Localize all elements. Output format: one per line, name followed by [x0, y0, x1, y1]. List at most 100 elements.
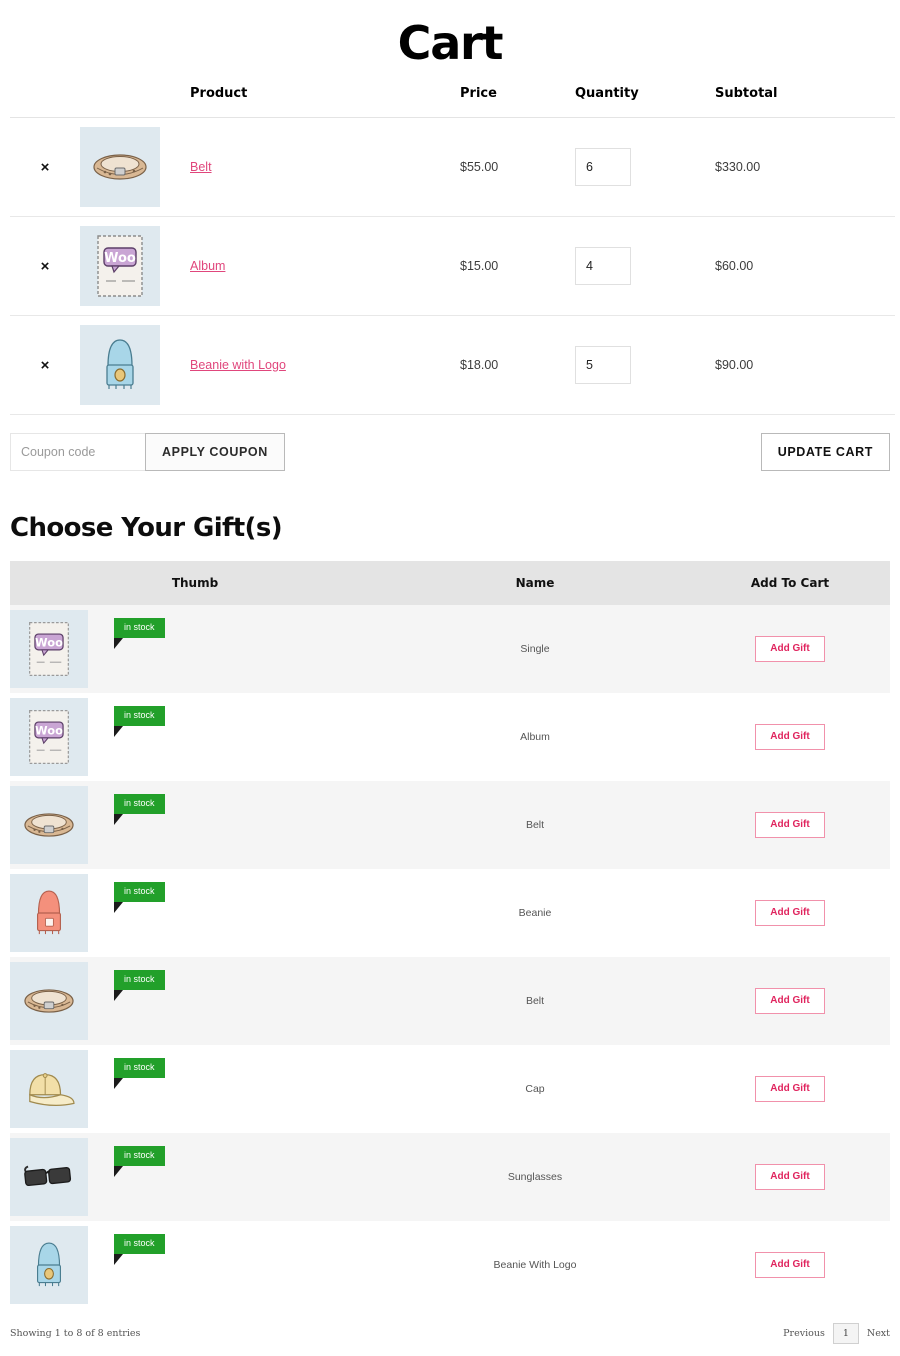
pagination-page-1[interactable]: 1 — [833, 1323, 859, 1344]
album-thumbnail[interactable]: Woo — [80, 226, 160, 306]
cart-header-price: Price — [460, 72, 575, 118]
update-cart-button[interactable]: UPDATE CART — [761, 433, 890, 471]
cart-product-link[interactable]: Beanie with Logo — [190, 358, 286, 372]
beanie-pink-thumbnail[interactable] — [10, 874, 88, 952]
status-badge: in stock — [114, 794, 165, 814]
add-gift-button[interactable]: Add Gift — [755, 812, 824, 838]
gifts-table-body: Woo in stock Single Add Gift — [10, 605, 890, 1309]
gifts-header-add-to-cart: Add To Cart — [690, 561, 890, 605]
cart-product-cell: Belt — [190, 118, 460, 217]
cart-price: $55.00 — [460, 118, 575, 217]
gift-thumb-cell: Woo in stock — [10, 605, 380, 693]
add-gift-button[interactable]: Add Gift — [755, 636, 824, 662]
cart-header-subtotal: Subtotal — [715, 72, 895, 118]
cart-table: Product Price Quantity Subtotal × — [10, 72, 895, 415]
beanie-blue-thumbnail[interactable] — [10, 1226, 88, 1304]
quantity-stepper[interactable] — [575, 247, 631, 285]
coupon-group: APPLY COUPON — [10, 433, 285, 471]
cart-row: × — [10, 316, 895, 415]
stock-badge-wrap: in stock — [114, 1146, 165, 1166]
cart-subtotal: $90.00 — [715, 316, 895, 415]
belt-thumbnail[interactable] — [10, 962, 88, 1040]
pagination-next[interactable]: Next — [867, 1328, 890, 1339]
sunglasses-thumbnail[interactable] — [10, 1138, 88, 1216]
apply-coupon-button[interactable]: APPLY COUPON — [145, 433, 285, 471]
gifts-table: Thumb Name Add To Cart Woo — [10, 561, 890, 1309]
stock-badge-wrap: in stock — [114, 1234, 165, 1254]
remove-item-icon[interactable]: × — [41, 259, 50, 274]
remove-item-icon[interactable]: × — [41, 160, 50, 175]
quantity-stepper[interactable] — [575, 148, 631, 186]
gift-name: Belt — [380, 781, 690, 869]
remove-item-icon[interactable]: × — [41, 358, 50, 373]
gift-row: in stock Beanie With Logo Add Gift — [10, 1221, 890, 1309]
page-title: Cart — [0, 8, 900, 72]
gift-add-cell: Add Gift — [690, 869, 890, 957]
gift-thumb-cell: in stock — [10, 1221, 380, 1309]
gift-name: Belt — [380, 957, 690, 1045]
svg-text:Woo: Woo — [104, 251, 136, 266]
status-badge: in stock — [114, 1146, 165, 1166]
gift-name: Cap — [380, 1045, 690, 1133]
cart-quantity-cell — [575, 316, 715, 415]
add-gift-button[interactable]: Add Gift — [755, 1076, 824, 1102]
gift-row: in stock Beanie Add Gift — [10, 869, 890, 957]
cart-quantity-cell — [575, 118, 715, 217]
cap-icon — [20, 1065, 78, 1113]
belt-icon — [19, 800, 79, 850]
gift-thumb-cell: in stock — [10, 781, 380, 869]
status-badge: in stock — [114, 970, 165, 990]
belt-thumbnail[interactable] — [80, 127, 160, 207]
cart-row: × Woo Album — [10, 217, 895, 316]
add-gift-button[interactable]: Add Gift — [755, 988, 824, 1014]
stock-badge-wrap: in stock — [114, 618, 165, 638]
status-badge: in stock — [114, 1058, 165, 1078]
gift-name: Single — [380, 605, 690, 693]
status-badge: in stock — [114, 882, 165, 902]
cart-remove-cell: × — [10, 118, 80, 217]
gift-name: Beanie — [380, 869, 690, 957]
gift-row: in stock Sunglasses Add Gift — [10, 1133, 890, 1221]
album-woo-thumbnail[interactable]: Woo — [10, 698, 88, 776]
stock-badge-wrap: in stock — [114, 882, 165, 902]
gift-thumb-cell: in stock — [10, 869, 380, 957]
add-gift-button[interactable]: Add Gift — [755, 900, 824, 926]
cart-subtotal: $60.00 — [715, 217, 895, 316]
gift-add-cell: Add Gift — [690, 781, 890, 869]
status-badge: in stock — [114, 618, 165, 638]
cart-header-remove — [10, 72, 80, 118]
cart-remove-cell: × — [10, 316, 80, 415]
gifts-header-row: Thumb Name Add To Cart — [10, 561, 890, 605]
gifts-header-name: Name — [380, 561, 690, 605]
gift-name: Beanie With Logo — [380, 1221, 690, 1309]
beanie-blue-thumbnail[interactable] — [80, 325, 160, 405]
add-gift-button[interactable]: Add Gift — [755, 724, 824, 750]
cart-product-link[interactable]: Belt — [190, 160, 212, 174]
gift-row: in stock Belt Add Gift — [10, 957, 890, 1045]
pagination-previous[interactable]: Previous — [783, 1328, 825, 1339]
gift-add-cell: Add Gift — [690, 605, 890, 693]
cap-thumbnail[interactable] — [10, 1050, 88, 1128]
cart-thumb-cell — [80, 316, 190, 415]
cart-section: Product Price Quantity Subtotal × — [0, 72, 900, 415]
gifts-table-footer: Showing 1 to 8 of 8 entries Previous 1 N… — [0, 1309, 900, 1356]
belt-icon — [89, 141, 151, 193]
gifts-header-thumb: Thumb — [10, 561, 380, 605]
gift-name: Sunglasses — [380, 1133, 690, 1221]
album-woo-thumbnail[interactable]: Woo — [10, 610, 88, 688]
belt-thumbnail[interactable] — [10, 786, 88, 864]
belt-icon — [19, 976, 79, 1026]
cart-product-link[interactable]: Album — [190, 259, 225, 273]
add-gift-button[interactable]: Add Gift — [755, 1164, 824, 1190]
gift-thumb-cell: in stock — [10, 1045, 380, 1133]
quantity-stepper[interactable] — [575, 346, 631, 384]
album-icon: Woo — [94, 233, 146, 299]
gift-add-cell: Add Gift — [690, 693, 890, 781]
stock-badge-wrap: in stock — [114, 1058, 165, 1078]
gift-thumb-cell: in stock — [10, 957, 380, 1045]
stock-badge-wrap: in stock — [114, 706, 165, 726]
cart-table-header: Product Price Quantity Subtotal — [10, 72, 895, 118]
cart-quantity-cell — [575, 217, 715, 316]
coupon-code-input[interactable] — [10, 433, 145, 471]
add-gift-button[interactable]: Add Gift — [755, 1252, 824, 1278]
